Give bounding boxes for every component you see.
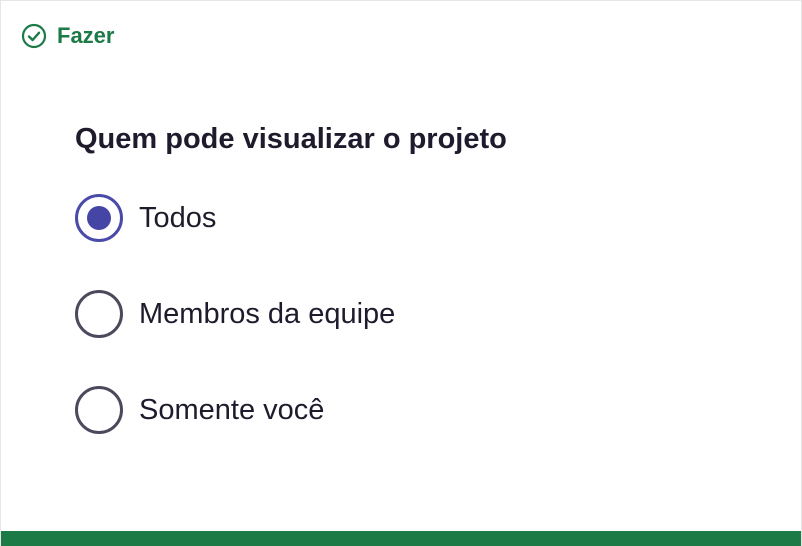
option-label: Todos (139, 202, 217, 234)
option-everyone[interactable]: Todos (75, 193, 395, 243)
radio-button[interactable] (75, 386, 123, 434)
option-team-members[interactable]: Membros da equipe (75, 289, 395, 339)
status-label: Fazer (57, 23, 115, 48)
footer-accent-bar (1, 531, 801, 546)
option-label: Somente você (139, 394, 325, 426)
radio-button[interactable] (75, 290, 123, 338)
question-title: Quem pode visualizar o projeto (75, 123, 507, 155)
check-circle-icon (21, 23, 47, 49)
option-only-you[interactable]: Somente você (75, 385, 395, 435)
option-label: Membros da equipe (139, 298, 396, 330)
radio-button-selected[interactable] (75, 194, 123, 242)
card: Fazer Quem pode visualizar o projeto Tod… (0, 0, 802, 546)
status-header: Fazer (21, 23, 114, 49)
visibility-radio-group: Todos Membros da equipe Somente você (75, 193, 395, 435)
